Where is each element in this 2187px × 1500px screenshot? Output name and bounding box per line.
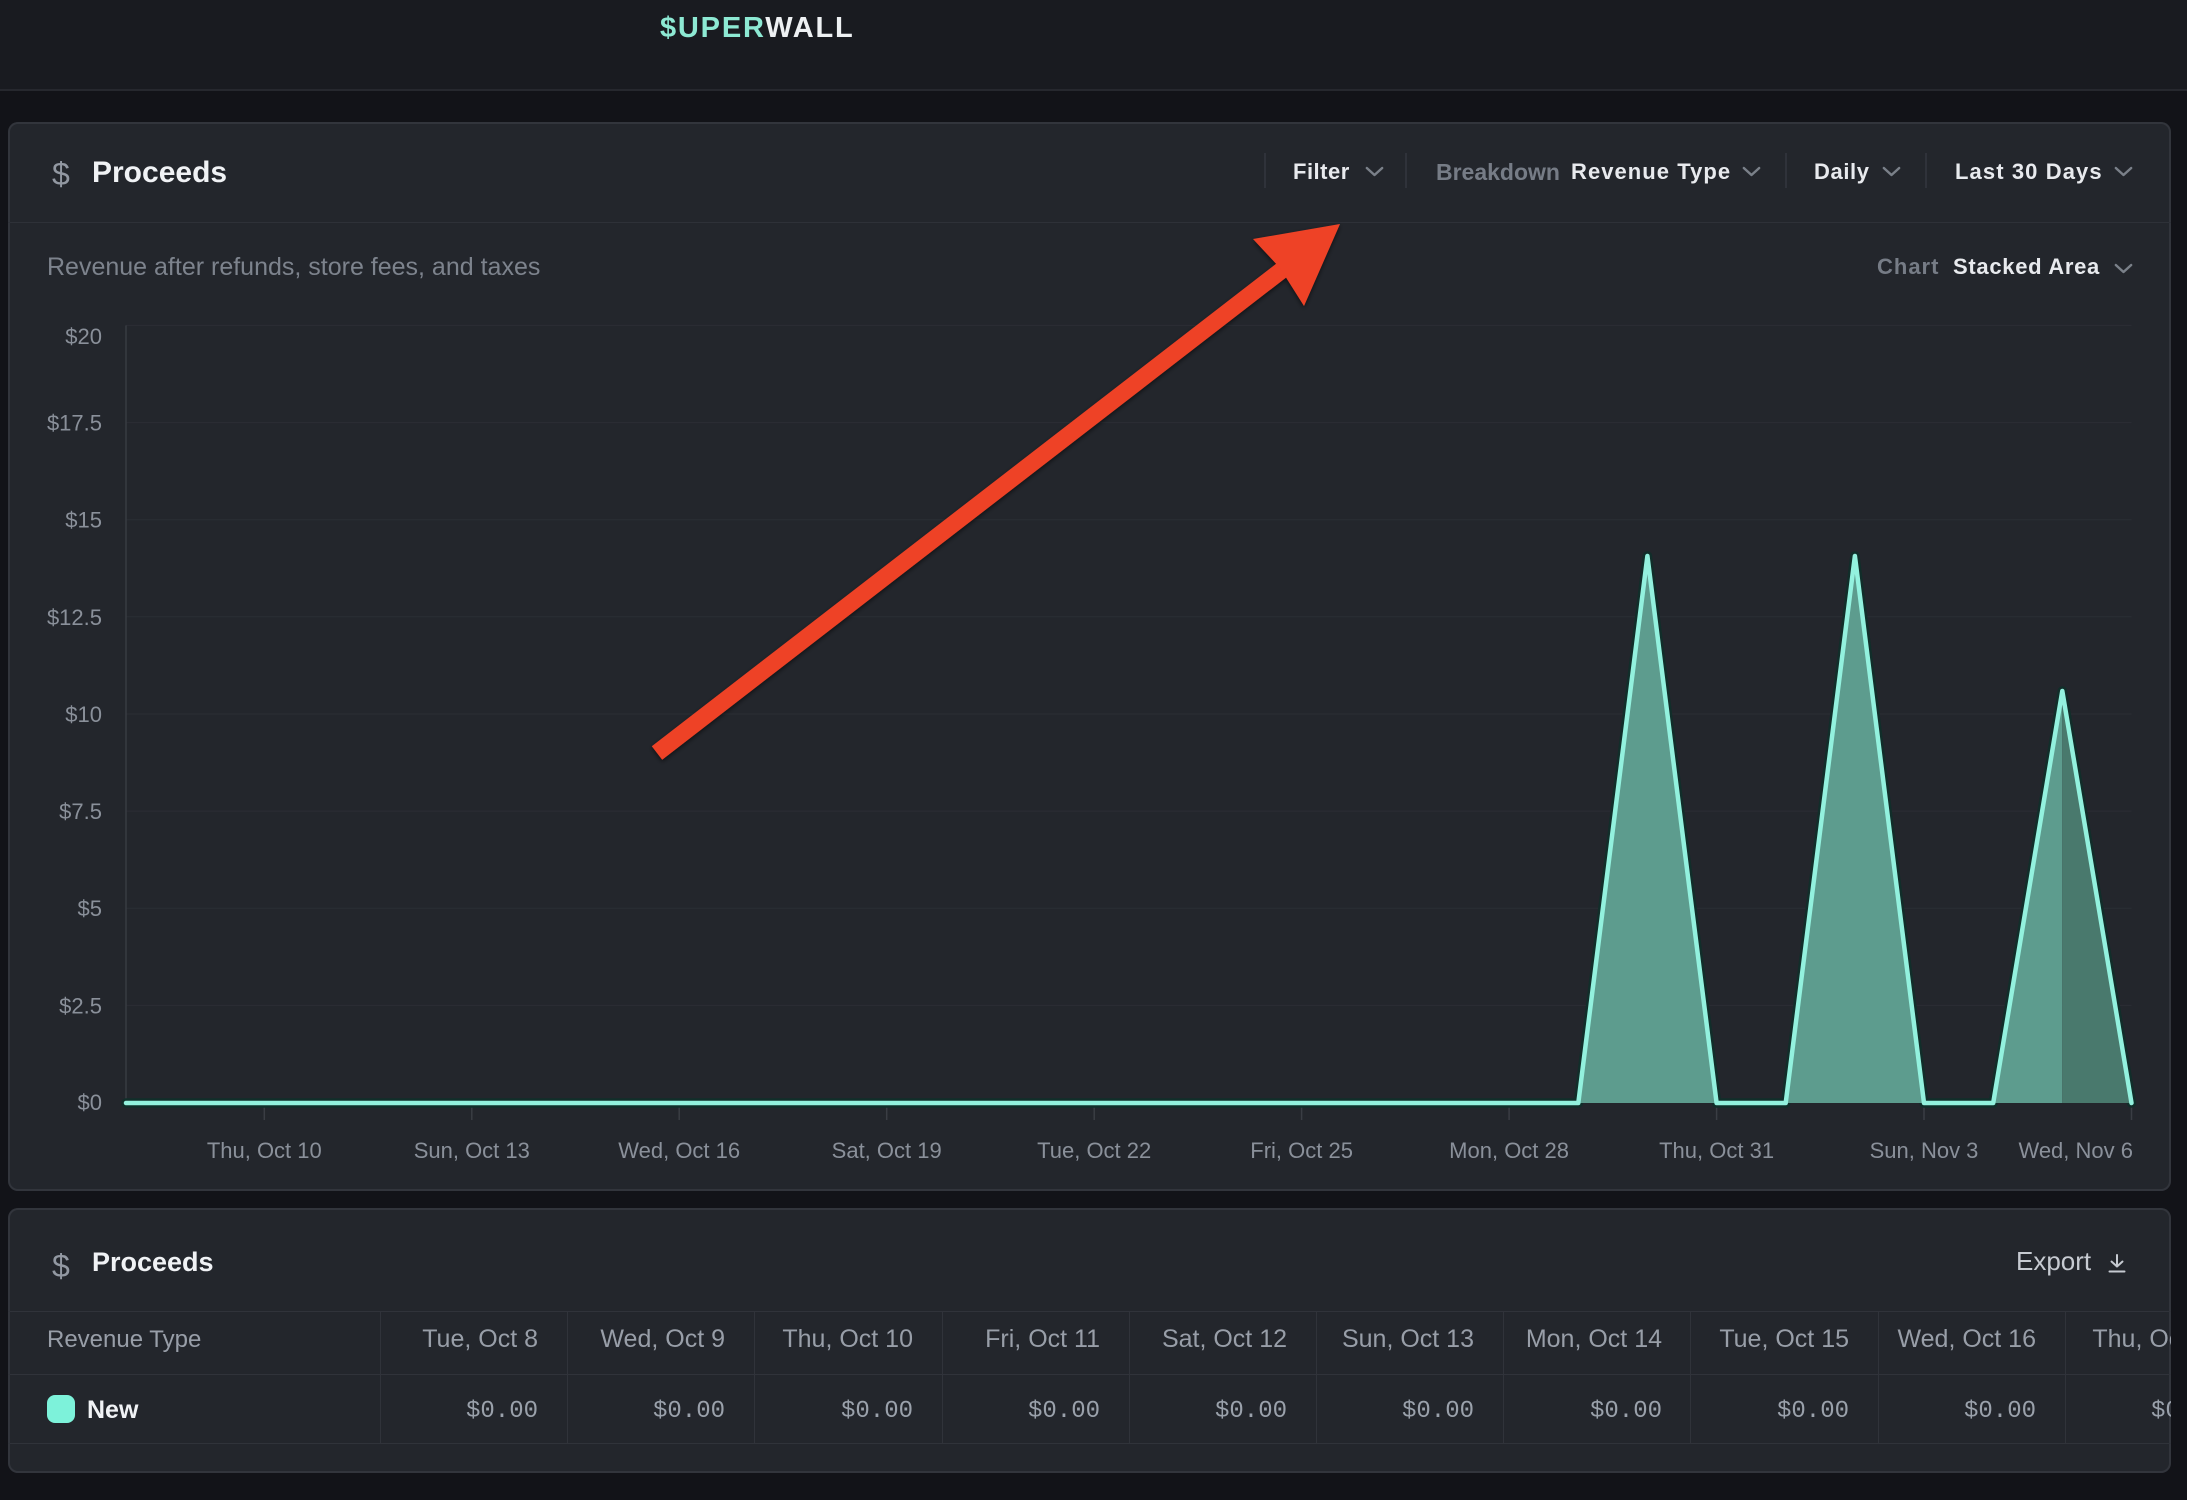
svg-text:Sat, Oct 19: Sat, Oct 19 bbox=[832, 1138, 942, 1163]
svg-text:$17.5: $17.5 bbox=[47, 411, 102, 436]
svg-text:Mon, Oct 28: Mon, Oct 28 bbox=[1449, 1138, 1569, 1163]
svg-text:$0: $0 bbox=[78, 1090, 102, 1115]
svg-text:Wed, Nov 6: Wed, Nov 6 bbox=[2018, 1138, 2133, 1163]
svg-text:Wed, Oct 16: Wed, Oct 16 bbox=[618, 1138, 740, 1163]
svg-text:$12.5: $12.5 bbox=[47, 605, 102, 630]
svg-text:Thu, Oct 10: Thu, Oct 10 bbox=[207, 1138, 322, 1163]
svg-text:Fri, Oct 25: Fri, Oct 25 bbox=[1250, 1138, 1353, 1163]
svg-text:$5: $5 bbox=[78, 896, 102, 921]
svg-text:Sun, Oct 13: Sun, Oct 13 bbox=[414, 1138, 530, 1163]
svg-text:Sun, Nov 3: Sun, Nov 3 bbox=[1870, 1138, 1979, 1163]
svg-text:$7.5: $7.5 bbox=[59, 799, 102, 824]
svg-text:$10: $10 bbox=[65, 702, 102, 727]
svg-text:$2.5: $2.5 bbox=[59, 993, 102, 1018]
svg-text:Thu, Oct 31: Thu, Oct 31 bbox=[1659, 1138, 1774, 1163]
svg-text:$15: $15 bbox=[65, 508, 102, 533]
svg-text:Tue, Oct 22: Tue, Oct 22 bbox=[1037, 1138, 1151, 1163]
svg-text:$20: $20 bbox=[65, 324, 102, 349]
